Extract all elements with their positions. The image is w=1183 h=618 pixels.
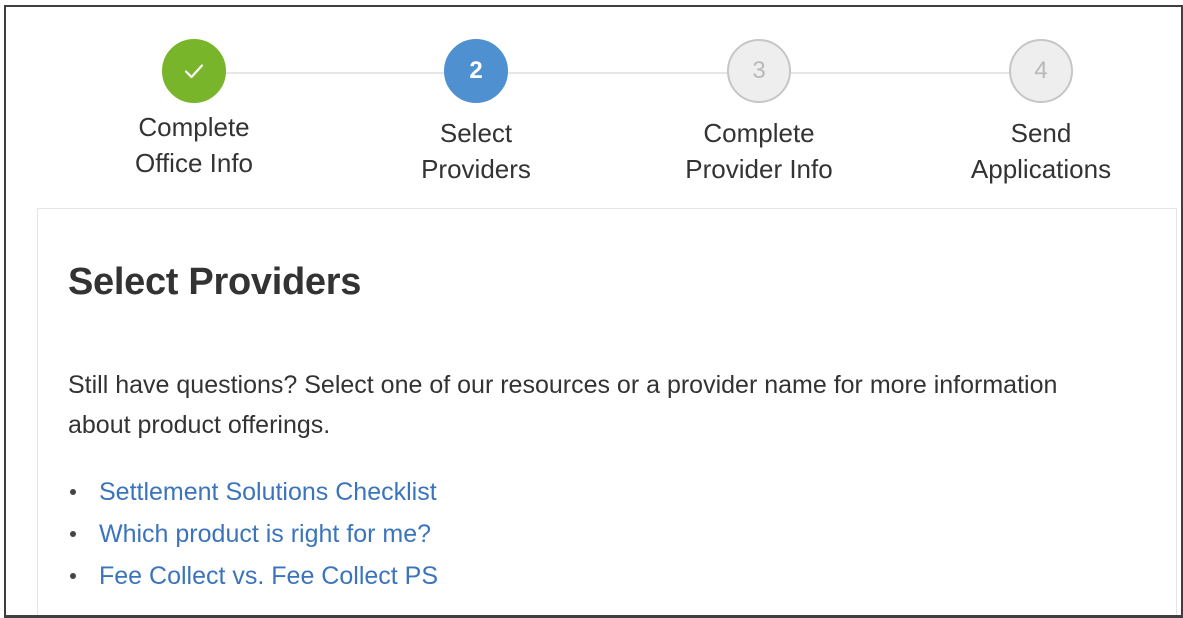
resource-list: Settlement Solutions Checklist Which pro… xyxy=(68,471,438,597)
step-label: Complete Office Info xyxy=(74,109,314,181)
page-title: Select Providers xyxy=(68,261,362,303)
step-complete-provider-info[interactable]: 3 Complete Provider Info xyxy=(639,39,879,187)
step-select-providers[interactable]: 2 Select Providers xyxy=(356,39,596,187)
list-item: Which product is right for me? xyxy=(68,513,438,555)
step-2-circle: 2 xyxy=(444,39,508,103)
step-label-line: Office Info xyxy=(134,148,254,178)
which-product-link[interactable]: Which product is right for me? xyxy=(99,520,431,548)
bullet-icon xyxy=(70,573,76,579)
step-label: Select Providers xyxy=(356,115,596,187)
select-providers-panel: Select Providers Still have questions? S… xyxy=(37,208,1177,615)
step-label-line: Send xyxy=(1010,118,1072,148)
step-1-circle xyxy=(162,39,226,103)
step-label-line: Complete xyxy=(703,118,815,148)
intro-text: Still have questions? Select one of our … xyxy=(68,371,1058,439)
settlement-solutions-checklist-link[interactable]: Settlement Solutions Checklist xyxy=(99,478,437,506)
bullet-icon xyxy=(70,489,76,495)
step-send-applications[interactable]: 4 Send Applications xyxy=(921,39,1161,187)
step-number: 2 xyxy=(469,57,483,84)
step-number: 4 xyxy=(1034,57,1048,84)
list-item: Settlement Solutions Checklist xyxy=(68,471,438,513)
step-label-line: Select xyxy=(439,118,513,148)
window-frame: Complete Office Info 2 Select Providers … xyxy=(4,5,1183,618)
progress-stepper: Complete Office Info 2 Select Providers … xyxy=(6,7,1181,207)
list-item: Fee Collect vs. Fee Collect PS xyxy=(68,555,438,597)
step-label: Complete Provider Info xyxy=(639,115,879,187)
step-label: Send Applications xyxy=(921,115,1161,187)
fee-collect-comparison-link[interactable]: Fee Collect vs. Fee Collect PS xyxy=(99,562,438,590)
step-complete-office-info[interactable]: Complete Office Info xyxy=(74,39,314,181)
step-label-line: Providers xyxy=(421,154,531,184)
step-label-line: Provider Info xyxy=(685,154,833,184)
bullet-icon xyxy=(70,531,76,537)
step-label-line: Applications xyxy=(970,154,1112,184)
step-label-line: Complete xyxy=(138,112,250,142)
step-3-circle: 3 xyxy=(727,39,791,103)
step-4-circle: 4 xyxy=(1009,39,1073,103)
step-number: 3 xyxy=(752,57,766,84)
checkmark-icon xyxy=(184,64,204,79)
